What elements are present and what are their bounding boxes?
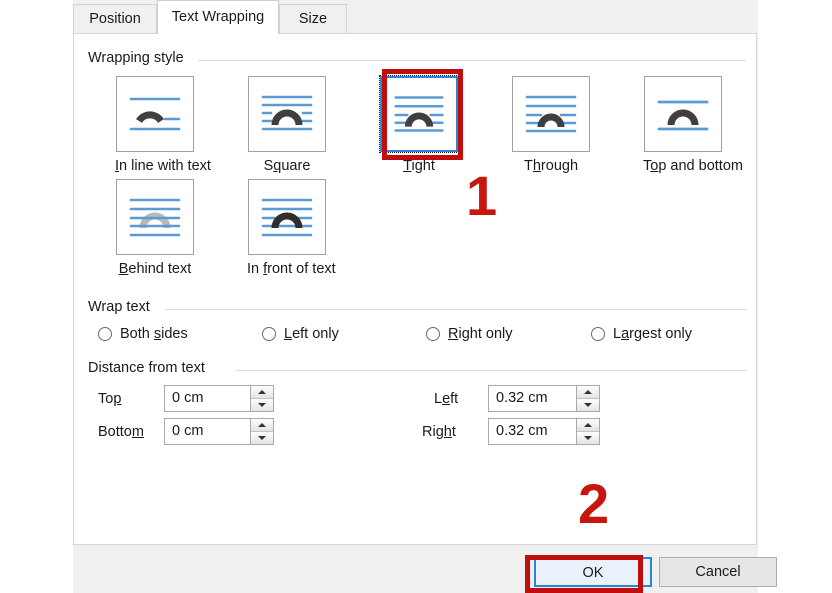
radio-left-only-indicator[interactable]	[262, 327, 276, 341]
caret-up-icon	[584, 423, 592, 427]
wrap-text-group-header: Wrap text	[88, 299, 748, 317]
distance-top-label: Top	[98, 391, 122, 407]
wrap-topbottom-tile-box[interactable]	[644, 76, 722, 152]
wrap-style-through[interactable]: Through	[511, 76, 591, 174]
caret-down-icon	[258, 436, 266, 440]
wrap-through-label: Through	[523, 158, 579, 174]
radio-right-only-indicator[interactable]	[426, 327, 440, 341]
wrap-tight-tile-box[interactable]	[379, 75, 459, 153]
wrap-infront-icon	[261, 198, 313, 237]
wrap-text-label: Wrap text	[88, 299, 157, 315]
distance-top-input[interactable]: 0 cm	[165, 386, 250, 411]
distance-from-text-group-header: Distance from text	[88, 360, 748, 378]
wrap-infront-label: In front of text	[247, 261, 336, 277]
wrap-square-icon	[261, 95, 313, 131]
distance-from-text-label: Distance from text	[88, 360, 212, 376]
wrap-topbottom-icon	[657, 100, 709, 131]
caret-up-icon	[258, 390, 266, 394]
spin-down-button[interactable]	[577, 398, 599, 411]
wrap-through-icon	[525, 95, 577, 133]
wrap-behind-label: Behind text	[118, 261, 192, 277]
wrap-inline-tile-box[interactable]	[116, 76, 194, 152]
distance-bottom-spinner[interactable]: 0 cm	[164, 418, 274, 445]
radio-both-sides[interactable]: Both sides	[98, 326, 188, 342]
wrap-tight-label: Tight	[403, 158, 435, 174]
spin-down-button[interactable]	[251, 431, 273, 444]
wrap-style-in-front-of-text[interactable]: In front of text	[247, 179, 336, 277]
spin-up-button[interactable]	[577, 386, 599, 398]
dialog-footer: OK Cancel	[73, 546, 777, 593]
distance-left-spin-buttons[interactable]	[576, 386, 599, 411]
radio-largest-only-label: Largest only	[613, 326, 693, 342]
wrap-style-behind-text[interactable]: Behind text	[115, 179, 195, 277]
distance-right-input[interactable]: 0.32 cm	[489, 419, 576, 444]
wrap-infront-tile-box[interactable]	[248, 179, 326, 255]
wrap-square-label: Square	[263, 158, 311, 174]
wrap-square-tile-box[interactable]	[248, 76, 326, 152]
wrap-inline-icon	[129, 97, 181, 131]
spin-up-button[interactable]	[251, 386, 273, 398]
distance-top-spinner[interactable]: 0 cm	[164, 385, 274, 412]
ok-button[interactable]: OK	[534, 557, 652, 587]
wrap-style-tight[interactable]: Tight	[379, 75, 459, 174]
distance-bottom-input[interactable]: 0 cm	[165, 419, 250, 444]
caret-down-icon	[584, 436, 592, 440]
cancel-button[interactable]: Cancel	[659, 557, 777, 587]
radio-right-only[interactable]: Right only	[426, 326, 513, 342]
wrap-style-in-line-with-text[interactable]: In line with text	[115, 76, 211, 174]
wrapping-style-label: Wrapping style	[88, 50, 191, 66]
layout-dialog: Position Text Wrapping Size Wrapping sty…	[73, 0, 777, 593]
radio-left-only-label: Left only	[284, 326, 339, 342]
wrap-text-radio-group: Both sides Left only Right only Largest …	[74, 326, 758, 348]
wrap-through-tile-box[interactable]	[512, 76, 590, 152]
group-rule	[236, 370, 746, 371]
caret-up-icon	[258, 423, 266, 427]
dialog-tabstrip: Position Text Wrapping Size	[73, 0, 758, 34]
radio-right-only-label: Right only	[448, 326, 513, 342]
radio-largest-only[interactable]: Largest only	[591, 326, 692, 342]
distance-bottom-label: Bottom	[98, 424, 144, 440]
caret-down-icon	[258, 403, 266, 407]
caret-down-icon	[584, 403, 592, 407]
radio-largest-only-indicator[interactable]	[591, 327, 605, 341]
wrap-behind-tile-box[interactable]	[116, 179, 194, 255]
wrap-tight-icon	[394, 96, 444, 132]
radio-left-only[interactable]: Left only	[262, 326, 339, 342]
distance-left-label: Left	[434, 391, 459, 407]
tab-text-wrapping[interactable]: Text Wrapping	[157, 0, 279, 34]
radio-both-sides-label: Both sides	[120, 326, 188, 342]
wrap-inline-label: In line with text	[115, 158, 211, 174]
tab-position[interactable]: Position	[73, 4, 157, 34]
distance-top-spin-buttons[interactable]	[250, 386, 273, 411]
distance-left-spinner[interactable]: 0.32 cm	[488, 385, 600, 412]
radio-both-sides-indicator[interactable]	[98, 327, 112, 341]
spin-down-button[interactable]	[251, 398, 273, 411]
screenshot-root: Position Text Wrapping Size Wrapping sty…	[0, 0, 832, 593]
distance-left-input[interactable]: 0.32 cm	[489, 386, 576, 411]
wrap-behind-icon	[129, 198, 181, 237]
spin-up-button[interactable]	[251, 419, 273, 431]
wrapping-style-group-header: Wrapping style	[88, 50, 748, 68]
tab-size[interactable]: Size	[279, 4, 347, 34]
distance-bottom-spin-buttons[interactable]	[250, 419, 273, 444]
wrap-topbottom-label: Top and bottom	[643, 158, 743, 174]
group-rule	[166, 309, 746, 310]
spin-down-button[interactable]	[577, 431, 599, 444]
wrap-style-square[interactable]: Square	[247, 76, 327, 174]
distance-right-spinner[interactable]: 0.32 cm	[488, 418, 600, 445]
distance-right-spin-buttons[interactable]	[576, 419, 599, 444]
caret-up-icon	[584, 390, 592, 394]
spin-up-button[interactable]	[577, 419, 599, 431]
wrap-style-top-and-bottom[interactable]: Top and bottom	[643, 76, 743, 174]
group-rule	[198, 60, 746, 61]
distance-right-label: Right	[422, 424, 456, 440]
text-wrapping-panel: Wrapping style In line with text Square …	[73, 33, 757, 545]
